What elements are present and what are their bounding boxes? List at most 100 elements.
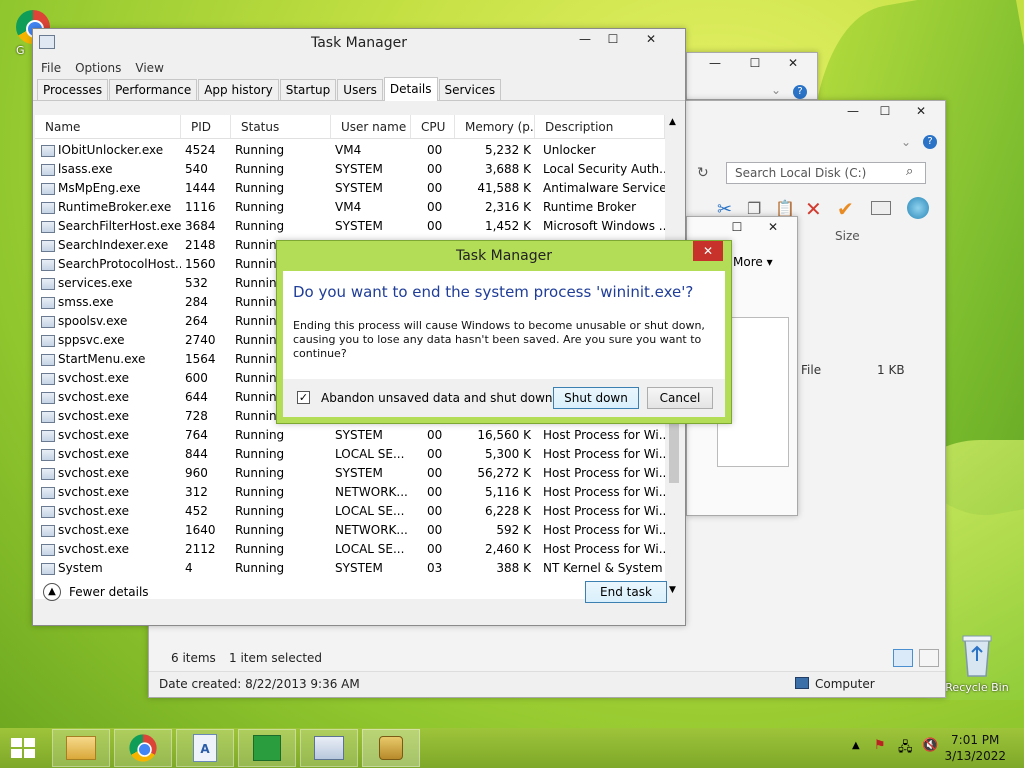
fewer-details-button[interactable]: ▲ Fewer details — [43, 583, 149, 601]
maximize-icon[interactable]: ☐ — [599, 29, 627, 49]
end-task-button[interactable]: End task — [585, 581, 667, 603]
tab-users[interactable]: Users — [337, 79, 383, 100]
dialog-footer: ✓ Abandon unsaved data and shut down. Sh… — [283, 379, 725, 417]
table-row[interactable]: svchost.exe 960 Running SYSTEM 00 56,272 K Hos… — [35, 464, 665, 483]
description-cell: Host Process for Wi... — [543, 447, 665, 461]
refresh-icon[interactable]: ↻ — [697, 165, 709, 181]
chevron-down-icon[interactable]: ⌄ — [901, 135, 911, 149]
user-cell: SYSTEM — [335, 428, 383, 442]
close-icon[interactable]: ✕ — [631, 29, 671, 49]
close-icon[interactable]: ✕ — [693, 241, 723, 261]
process-name-cell: lsass.exe — [35, 160, 181, 179]
scroll-up-icon[interactable]: ▲ — [669, 117, 676, 127]
process-name: sppsvc.exe — [58, 333, 125, 347]
minimize-icon[interactable]: — — [571, 29, 599, 49]
pid-cell: 764 — [185, 428, 208, 442]
taskbar-task-manager[interactable] — [300, 729, 358, 767]
table-row[interactable]: svchost.exe 764 Running SYSTEM 00 16,560 K Hos… — [35, 426, 665, 445]
maximize-icon[interactable]: ☐ — [871, 101, 899, 121]
scroll-down-icon[interactable]: ▼ — [669, 585, 676, 595]
close-icon[interactable]: ✕ — [759, 217, 787, 237]
taskbar-unlocker[interactable] — [362, 729, 420, 767]
table-row[interactable]: SearchFilterHost.exe 3684 Running SYSTEM 00 1… — [35, 217, 665, 236]
clock[interactable]: 7:01 PM 3/13/2022 — [944, 732, 1006, 764]
checkmark-icon[interactable]: ✔ — [837, 197, 854, 221]
process-name: svchost.exe — [58, 447, 129, 461]
cancel-button[interactable]: Cancel — [647, 387, 713, 409]
abandon-data-checkbox[interactable]: ✓ — [297, 391, 310, 404]
shut-down-button[interactable]: Shut down — [553, 387, 639, 409]
more-button[interactable]: More ▾ — [733, 255, 773, 269]
column-header-description[interactable]: Description — [535, 115, 665, 138]
process-name-cell: SearchProtocolHost... — [35, 255, 181, 274]
minimize-icon[interactable]: — — [839, 101, 867, 121]
chevron-down-icon[interactable]: ⌄ — [771, 83, 781, 97]
details-view-icon[interactable] — [893, 649, 913, 667]
taskbar-store[interactable] — [238, 729, 296, 767]
menu-options[interactable]: Options — [75, 61, 121, 75]
table-row[interactable]: svchost.exe 1640 Running NETWORK... 00 592 K H… — [35, 521, 665, 540]
table-row[interactable]: MsMpEng.exe 1444 Running SYSTEM 00 41,588 K An… — [35, 179, 665, 198]
search-icon[interactable]: ⌕ — [906, 164, 913, 179]
show-hidden-icons-icon[interactable]: ▲ — [852, 740, 860, 751]
table-row[interactable]: svchost.exe 2112 Running LOCAL SE... 00 2,460… — [35, 540, 665, 559]
taskbar-file-explorer[interactable] — [52, 729, 110, 767]
help-icon[interactable]: ? — [923, 135, 937, 149]
menu-view[interactable]: View — [135, 61, 163, 75]
column-header-status[interactable]: Status — [231, 115, 331, 138]
size-column-header[interactable]: Size — [835, 229, 860, 243]
process-icon — [41, 182, 55, 195]
table-row[interactable]: RuntimeBroker.exe 1116 Running VM4 00 2,316 K… — [35, 198, 665, 217]
table-row[interactable]: lsass.exe 540 Running SYSTEM 00 3,688 K Local … — [35, 160, 665, 179]
memory-cell: 5,116 K — [484, 485, 531, 499]
column-header-cpu[interactable]: CPU — [411, 115, 455, 138]
maximize-icon[interactable]: ☐ — [741, 53, 769, 73]
close-icon[interactable]: ✕ — [779, 53, 807, 73]
process-icon — [41, 277, 55, 290]
table-row[interactable]: svchost.exe 452 Running LOCAL SE... 00 6,228 … — [35, 502, 665, 521]
process-icon — [41, 448, 55, 461]
title-bar[interactable]: Task Manager — ☐ ✕ — [33, 29, 685, 57]
table-row[interactable]: IObitUnlocker.exe 4524 Running VM4 00 5,232 K… — [35, 141, 665, 160]
network-icon[interactable]: 🖧 — [898, 738, 913, 760]
column-header-pid[interactable]: PID — [181, 115, 231, 138]
menu-file[interactable]: File — [41, 61, 61, 75]
search-input[interactable]: Search Local Disk (C:) — [726, 162, 926, 184]
close-icon[interactable]: ✕ — [907, 101, 935, 121]
rename-icon[interactable] — [871, 201, 891, 215]
checkbox-label[interactable]: Abandon unsaved data and shut down. — [321, 391, 556, 405]
cpu-cell: 00 — [427, 200, 443, 214]
delete-icon[interactable]: ✕ — [805, 197, 822, 221]
tiles-view-icon[interactable] — [919, 649, 939, 667]
dialog-title-bar[interactable]: Task Manager ✕ — [277, 241, 731, 271]
table-row[interactable]: svchost.exe 312 Running NETWORK... 00 5,116 K… — [35, 483, 665, 502]
tab-details[interactable]: Details — [383, 77, 438, 101]
description-cell: Host Process for Wi... — [543, 466, 665, 480]
tab-performance[interactable]: Performance — [109, 79, 198, 100]
user-cell: SYSTEM — [335, 219, 383, 233]
tab-services[interactable]: Services — [438, 79, 502, 100]
help-icon[interactable]: ? — [793, 85, 807, 99]
end-process-dialog[interactable]: Task Manager ✕ Do you want to end the sy… — [276, 240, 732, 424]
tab-startup[interactable]: Startup — [279, 79, 337, 100]
column-header-user[interactable]: User name — [331, 115, 411, 138]
explorer-window-back[interactable]: — ☐ ✕ ⌄ ? — [686, 52, 818, 100]
tab-processes[interactable]: Processes — [37, 79, 109, 100]
table-row[interactable]: System 4 Running SYSTEM 03 388 K NT Kernel & S… — [35, 559, 665, 578]
tab-app-history[interactable]: App history — [198, 79, 279, 100]
action-center-icon[interactable]: ⚑ — [874, 738, 886, 753]
maximize-icon[interactable]: ☐ — [723, 217, 751, 237]
table-row[interactable]: svchost.exe 844 Running LOCAL SE... 00 5,300 … — [35, 445, 665, 464]
user-cell: SYSTEM — [335, 181, 383, 195]
process-icon — [41, 353, 55, 366]
desktop-icon-recycle-bin[interactable]: Recycle Bin — [944, 632, 1010, 694]
taskbar-chrome[interactable] — [114, 729, 172, 767]
column-header-name[interactable]: Name — [35, 115, 181, 138]
speaker-muted-icon[interactable]: 🔇 — [922, 738, 938, 753]
start-button[interactable] — [0, 729, 46, 767]
column-header-memory[interactable]: Memory (p... — [455, 115, 535, 138]
process-name: SearchProtocolHost... — [58, 257, 181, 271]
taskbar-wordpad[interactable]: A — [176, 729, 234, 767]
properties-icon[interactable] — [907, 197, 929, 219]
minimize-icon[interactable]: — — [701, 53, 729, 73]
